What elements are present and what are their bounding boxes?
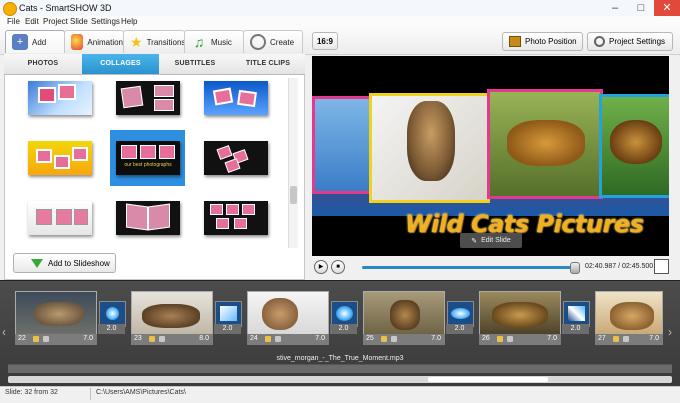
subtab-subtitles[interactable]: SUBTITLES bbox=[159, 54, 231, 74]
collage-thumb[interactable] bbox=[116, 81, 180, 115]
star-icon: ★ bbox=[130, 33, 143, 50]
timeline-slide[interactable] bbox=[131, 291, 213, 335]
timeline-right-arrow-icon[interactable]: › bbox=[668, 325, 672, 339]
timeline-scrollbar[interactable] bbox=[8, 376, 672, 383]
photo-position-icon bbox=[509, 36, 521, 47]
sound-icon[interactable] bbox=[275, 336, 281, 342]
sound-icon[interactable] bbox=[507, 336, 513, 342]
menu-settings[interactable]: Settings bbox=[91, 17, 120, 26]
edit-slide-button[interactable]: ✎ Edit Slide bbox=[460, 233, 522, 248]
edit-slide-icon[interactable] bbox=[381, 336, 387, 342]
film-reel-icon bbox=[250, 34, 266, 50]
toolbar: + Add Animation ★ Transitions ♫ Music Cr… bbox=[0, 28, 680, 55]
sound-icon[interactable] bbox=[43, 336, 49, 342]
app-logo-icon bbox=[3, 2, 17, 16]
sound-icon[interactable] bbox=[623, 336, 629, 342]
gear-icon bbox=[594, 36, 605, 47]
edit-slide-icon[interactable] bbox=[33, 336, 39, 342]
seek-progress bbox=[362, 266, 572, 269]
collage-thumb[interactable] bbox=[28, 81, 92, 115]
gallery-scrollbar[interactable] bbox=[288, 78, 298, 248]
tab-add[interactable]: + Add bbox=[5, 30, 65, 53]
transition-duration: 2.0 bbox=[214, 324, 241, 334]
timeline-slide[interactable] bbox=[247, 291, 329, 335]
collage-thumb[interactable] bbox=[28, 141, 92, 175]
collage-thumb[interactable] bbox=[204, 81, 268, 115]
minimize-button[interactable]: – bbox=[602, 0, 628, 16]
slide-info-strip: 23 8.0 bbox=[131, 334, 213, 345]
music-note-icon: ♫ bbox=[193, 34, 205, 50]
subtab-collages[interactable]: COLLAGES bbox=[82, 54, 159, 74]
playback-time: 02:40.987 / 02:45.500 bbox=[585, 263, 654, 270]
collage-caption: our best photographs bbox=[124, 162, 172, 168]
add-icon: + bbox=[12, 34, 28, 50]
stop-button[interactable]: ■ bbox=[331, 260, 345, 274]
status-divider bbox=[90, 388, 91, 400]
slide-info-strip: 25 7.0 bbox=[363, 334, 445, 345]
edit-slide-icon[interactable] bbox=[497, 336, 503, 342]
collage-thumb[interactable] bbox=[204, 201, 268, 235]
audio-track[interactable] bbox=[8, 364, 672, 373]
project-path-status: C:\Users\AMS\Pictures\Cats\ bbox=[96, 389, 186, 396]
fullscreen-icon[interactable] bbox=[654, 259, 669, 274]
timeline-slide[interactable] bbox=[479, 291, 561, 335]
maximize-button[interactable]: □ bbox=[628, 0, 654, 16]
subtab-title-clips[interactable]: TITLE CLIPS bbox=[231, 54, 305, 74]
project-settings-button[interactable]: Project Settings bbox=[587, 32, 673, 51]
audio-track-label: stive_morgan_-_The_True_Moment.mp3 bbox=[276, 355, 404, 362]
transition-duration: 2.0 bbox=[562, 324, 589, 334]
slide-info-strip: 22 7.0 bbox=[15, 334, 97, 345]
tab-music[interactable]: ♫ Music bbox=[184, 30, 244, 53]
slide-count-status: Slide: 32 from 32 bbox=[5, 389, 58, 396]
menu-edit[interactable]: Edit bbox=[25, 17, 39, 26]
add-to-slideshow-button[interactable]: Add to Slideshow bbox=[13, 253, 116, 273]
slide-info-strip: 26 7.0 bbox=[479, 334, 561, 345]
menu-help[interactable]: Help bbox=[121, 17, 137, 26]
window-title: Cats - SmartSHOW 3D bbox=[19, 3, 112, 13]
menu-file[interactable]: File bbox=[7, 17, 20, 26]
collage-gallery: our best photographs bbox=[6, 77, 288, 245]
timeline-slide[interactable] bbox=[363, 291, 445, 335]
edit-slide-icon[interactable] bbox=[265, 336, 271, 342]
timeline-slide[interactable] bbox=[595, 291, 663, 335]
subtab-photos[interactable]: PHOTOS bbox=[4, 54, 82, 74]
menu-slide[interactable]: Slide bbox=[70, 17, 88, 26]
tab-create[interactable]: Create bbox=[243, 30, 303, 53]
transition-duration: 2.0 bbox=[446, 324, 473, 334]
seek-handle[interactable] bbox=[570, 262, 580, 274]
timeline-left-arrow-icon[interactable]: ‹ bbox=[2, 325, 6, 339]
photo-position-button[interactable]: Photo Position bbox=[502, 32, 583, 51]
aspect-ratio-button[interactable]: 16:9 bbox=[312, 32, 338, 50]
library-subtabs: PHOTOS COLLAGES SUBTITLES TITLE CLIPS bbox=[4, 54, 305, 75]
tab-animation[interactable]: Animation bbox=[64, 30, 124, 53]
slide-info-strip: 24 7.0 bbox=[247, 334, 329, 345]
arrow-down-icon bbox=[31, 258, 43, 268]
palette-icon bbox=[71, 34, 84, 50]
close-button[interactable]: ✕ bbox=[654, 0, 680, 16]
transition-duration: 2.0 bbox=[330, 324, 357, 334]
edit-slide-icon[interactable] bbox=[149, 336, 155, 342]
collage-thumb[interactable] bbox=[204, 141, 268, 175]
transition-duration: 2.0 bbox=[98, 324, 125, 334]
play-button[interactable]: ▶ bbox=[314, 260, 328, 274]
collage-thumb[interactable] bbox=[116, 201, 180, 235]
menu-project[interactable]: Project bbox=[43, 17, 68, 26]
sound-icon[interactable] bbox=[159, 336, 165, 342]
timeline-slide[interactable] bbox=[15, 291, 97, 335]
tab-transitions[interactable]: ★ Transitions bbox=[123, 30, 185, 53]
collage-thumb[interactable] bbox=[28, 201, 92, 235]
pencil-icon: ✎ bbox=[471, 237, 478, 245]
slide-info-strip: 27 7.0 bbox=[595, 334, 663, 345]
preview-slide-title: Wild Cats Pictures bbox=[405, 210, 644, 238]
sound-icon[interactable] bbox=[391, 336, 397, 342]
collage-thumb-selected[interactable]: our best photographs bbox=[116, 141, 180, 175]
edit-slide-icon[interactable] bbox=[613, 336, 619, 342]
